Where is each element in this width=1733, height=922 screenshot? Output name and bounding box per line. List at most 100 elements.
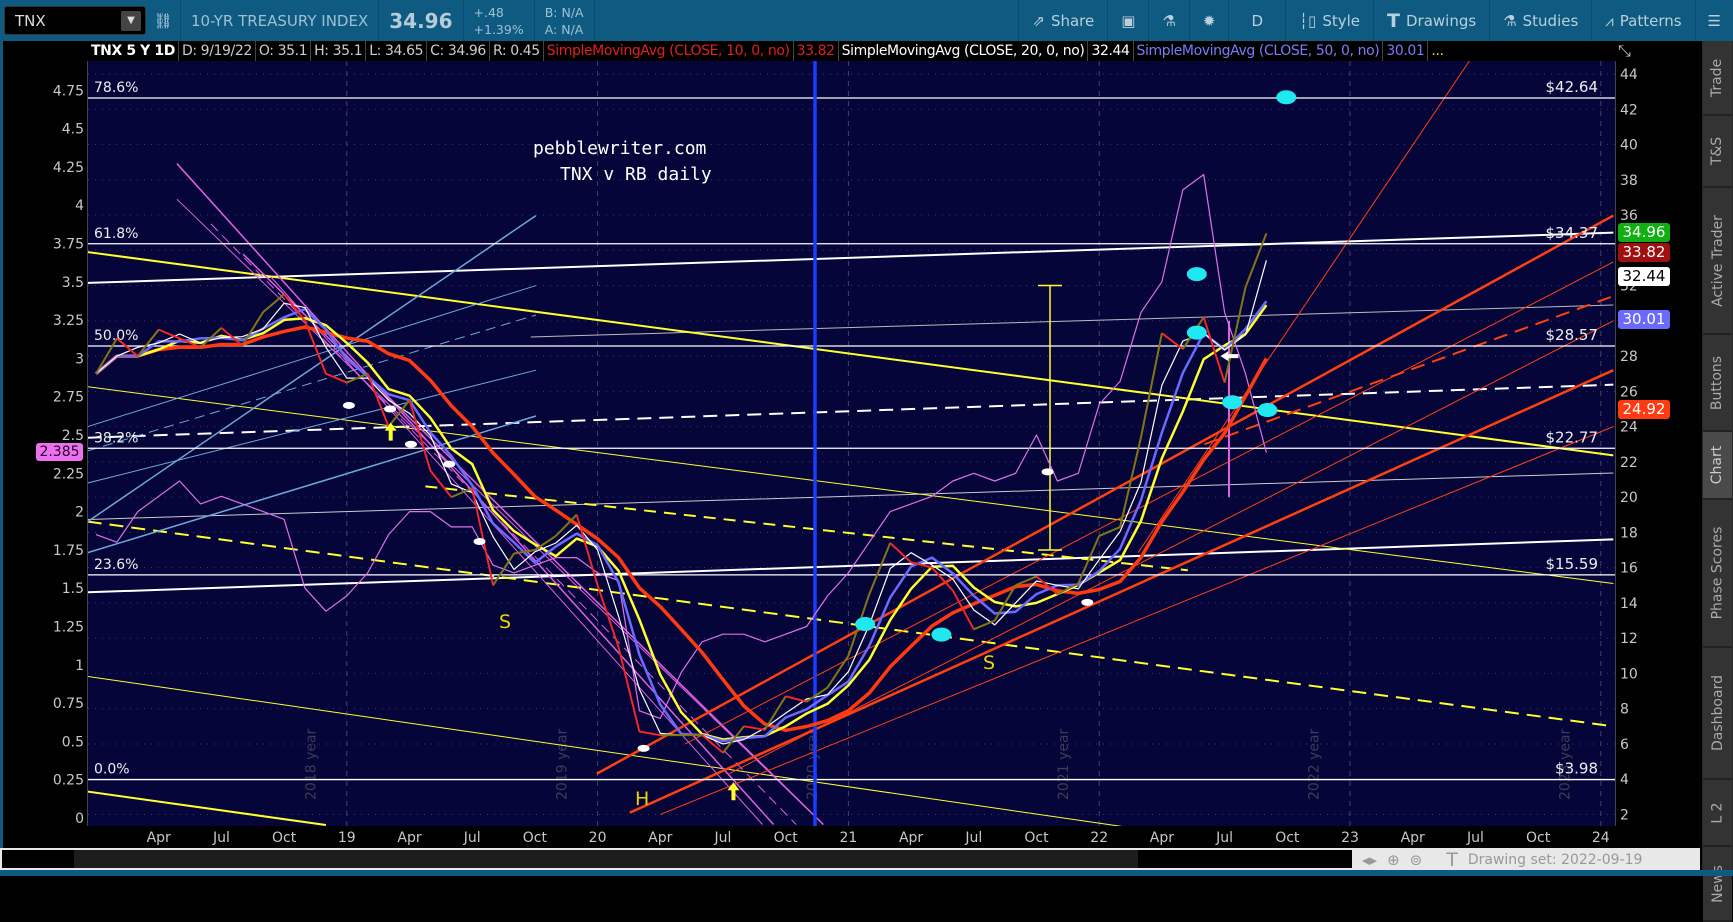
left-axis-tick: 3	[75, 351, 84, 367]
cyan-marker	[1222, 395, 1243, 410]
tab-trade[interactable]: Trade	[1703, 41, 1732, 116]
right-sidebar-tabs: Trade T&S Active Trader Buttons Chart Phase S…	[1702, 41, 1733, 922]
right-axis-tick: 2	[1620, 807, 1629, 823]
crosshair-icon[interactable]: ⊕	[1387, 851, 1400, 869]
x-axis-tick: 21	[839, 830, 857, 846]
rb-price-label: 2.385	[36, 443, 83, 461]
drawing-set[interactable]: Drawing set: 2022-09-19	[1468, 852, 1643, 868]
text-t-icon[interactable]: T	[1446, 849, 1458, 871]
left-axis-tick: 0	[75, 811, 84, 827]
bottom-bar	[0, 870, 1733, 876]
tab-chart[interactable]: Chart	[1703, 432, 1732, 500]
left-axis-tick: 3.75	[53, 237, 84, 253]
plot-border	[1615, 61, 1616, 826]
zoom-icon[interactable]: ⊚	[1410, 851, 1423, 869]
left-axis-tick: 3.5	[62, 275, 84, 291]
annotation-head: H	[635, 788, 650, 810]
left-axis-tick: 0.5	[62, 734, 84, 750]
right-axis-tick: 28	[1620, 349, 1638, 365]
left-axis-tick: 2.75	[53, 390, 84, 406]
tab-label: T&S	[1709, 136, 1726, 166]
cyan-marker	[855, 617, 876, 632]
x-axis-tick: Jul	[1215, 830, 1233, 846]
white-marker	[1081, 598, 1094, 606]
tab-news[interactable]: News	[1703, 847, 1732, 922]
right-axis-tick: 42	[1620, 102, 1638, 118]
x-axis-tick: Oct	[774, 830, 799, 846]
last-price-label: 34.96	[1618, 223, 1670, 242]
pan-icon[interactable]: ◂▸	[1362, 851, 1377, 869]
fib-percent-label: 61.8%	[94, 226, 138, 242]
cyan-marker	[1276, 90, 1297, 105]
fib-percent-label: 78.6%	[94, 80, 138, 96]
x-axis-tick: Apr	[648, 830, 672, 846]
x-axis-tick: Oct	[272, 830, 297, 846]
x-axis-tick: Jul	[463, 830, 481, 846]
fib-price-label: $34.37	[1546, 224, 1599, 242]
right-axis-tick: 18	[1620, 525, 1638, 541]
left-axis-tick: 4.5	[62, 122, 84, 138]
year-watermark: 2021 year	[1056, 728, 1072, 800]
left-edge	[0, 41, 3, 870]
left-axis-tick: 2.5	[62, 428, 84, 444]
tab-label: Dashboard	[1709, 675, 1726, 751]
plot-border	[87, 61, 88, 826]
fib-price-label: $22.77	[1546, 428, 1599, 446]
x-axis-tick: Oct	[523, 830, 548, 846]
tab-l-2[interactable]: L 2	[1703, 780, 1732, 847]
right-axis-tick: 6	[1620, 737, 1629, 753]
fib-price-label: $3.98	[1555, 760, 1598, 778]
right-axis-tick: 20	[1620, 490, 1638, 506]
left-axis-tick: 2	[75, 505, 84, 521]
x-axis-tick: Oct	[1526, 830, 1551, 846]
x-axis-tick: Apr	[899, 830, 923, 846]
white-marker	[342, 401, 355, 409]
right-axis-tick: 12	[1620, 631, 1638, 647]
fib-price-label: $28.57	[1546, 326, 1599, 344]
tab-active-trader[interactable]: Active Trader	[1703, 188, 1732, 335]
left-axis-tick: 0.25	[53, 773, 84, 789]
year-watermark: 2020 year	[805, 728, 821, 800]
x-axis-tick: 22	[1090, 830, 1108, 846]
sma20-price-label: 32.44	[1618, 267, 1670, 286]
time-scrollbar[interactable]: ◂▸ ⊕ ⊚ T Drawing set: 2022-09-19	[0, 848, 1700, 871]
x-axis-tick: Jul	[714, 830, 732, 846]
scroll-track[interactable]	[2, 850, 1352, 868]
tab-label: Chart	[1709, 445, 1726, 485]
x-axis-tick: Apr	[1401, 830, 1425, 846]
left-axis-tick: 3.25	[53, 313, 84, 329]
annotation-shoulder-right: S	[983, 652, 996, 674]
scroll-thumb[interactable]	[74, 850, 1138, 868]
tab-buttons[interactable]: Buttons	[1703, 335, 1732, 432]
left-axis-tick: 1	[75, 658, 84, 674]
tab-label: Active Trader	[1709, 214, 1726, 307]
x-axis-tick: Jul	[1466, 830, 1484, 846]
right-axis-tick: 8	[1620, 702, 1629, 718]
x-axis-tick: Jul	[212, 830, 230, 846]
tab-t-s[interactable]: T&S	[1703, 116, 1732, 188]
tab-phase-scores[interactable]: Phase Scores	[1703, 500, 1732, 648]
tab-dashboard[interactable]: Dashboard	[1703, 648, 1732, 780]
long-ma-price-label: 24.92	[1618, 400, 1670, 419]
tab-label: L 2	[1709, 801, 1726, 824]
cyan-marker	[1186, 267, 1207, 282]
left-axis-tick: 1.5	[62, 581, 84, 597]
left-axis-tick: 4.75	[53, 83, 84, 99]
white-marker	[443, 460, 456, 468]
x-axis-tick: Oct	[1275, 830, 1300, 846]
white-marker	[404, 440, 417, 448]
cyan-marker	[931, 627, 952, 642]
fib-price-label: $15.59	[1546, 555, 1599, 573]
fib-percent-label: 23.6%	[94, 557, 138, 573]
sma10-price-label: 33.82	[1618, 243, 1670, 262]
fib-percent-label: 0.0%	[94, 762, 130, 778]
price-chart[interactable]: 2018 year 2019 year 2020 year 2021 year 2022…	[0, 0, 1733, 876]
white-marker	[473, 538, 486, 546]
cyan-marker	[1186, 325, 1207, 340]
fib-price-label: $42.64	[1546, 78, 1599, 96]
left-axis-tick: 0.75	[53, 696, 84, 712]
white-marker	[384, 405, 397, 413]
white-marker	[1041, 468, 1054, 476]
right-axis-tick: 14	[1620, 596, 1638, 612]
left-axis-tick: 1.75	[53, 543, 84, 559]
